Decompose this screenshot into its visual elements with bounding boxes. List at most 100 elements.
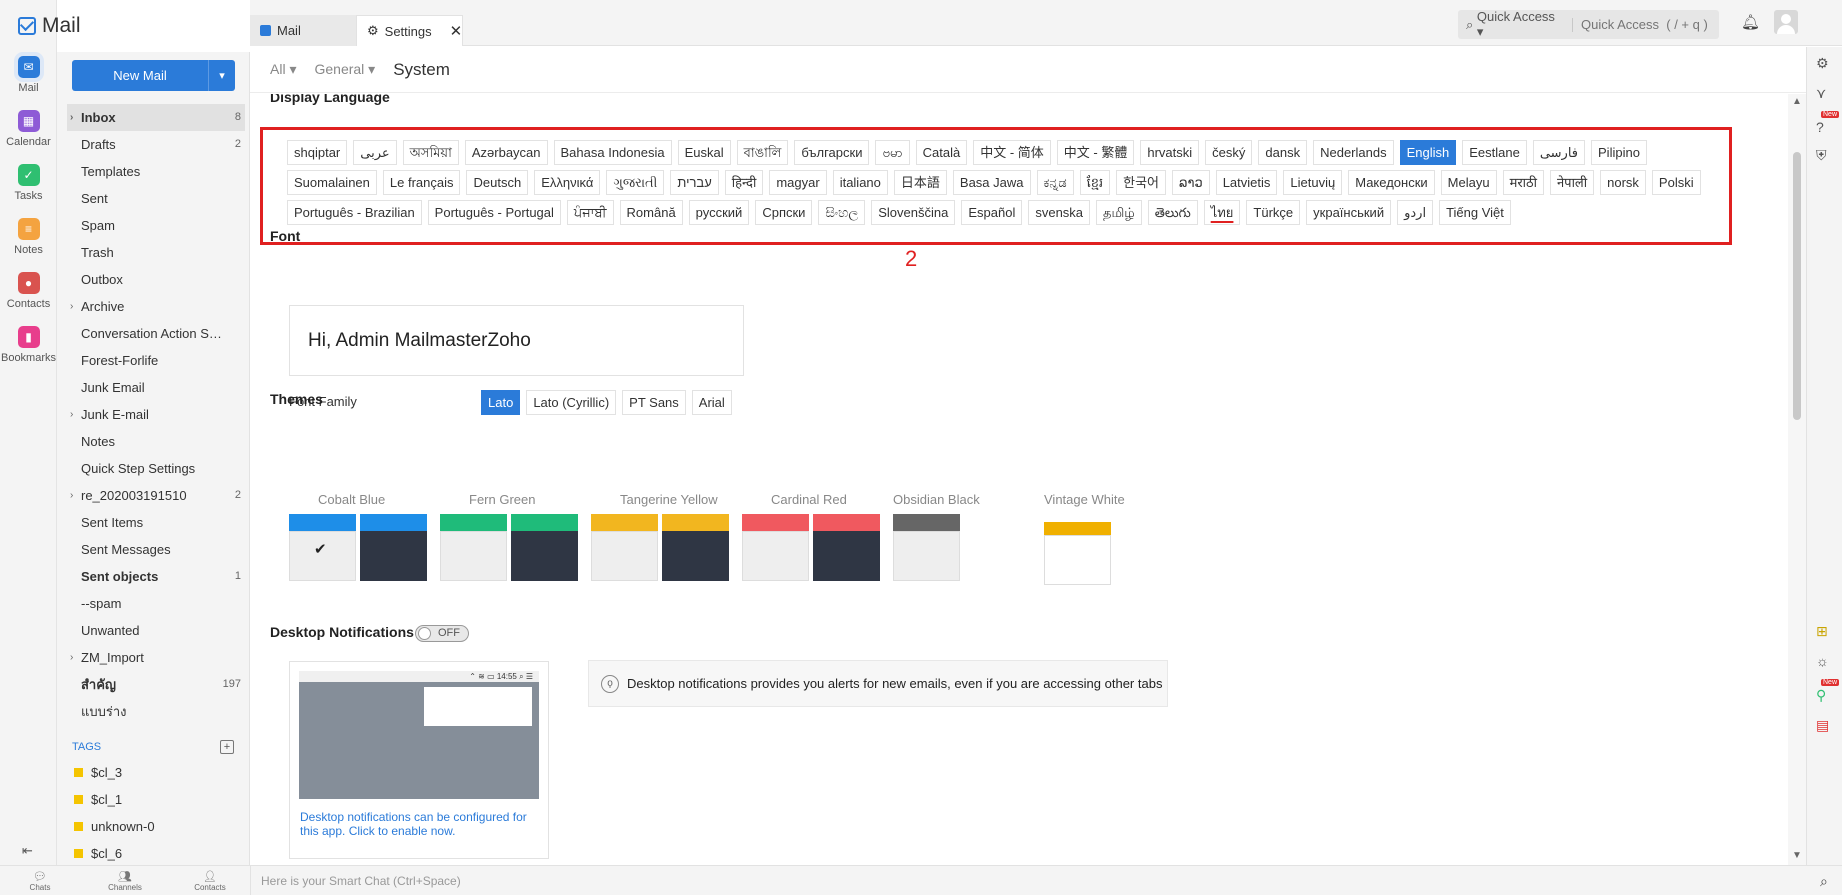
language-option[interactable]: Polski xyxy=(1651,170,1701,195)
content-scrollbar[interactable]: ▲ ▼ xyxy=(1788,94,1806,865)
language-option[interactable]: Српски xyxy=(755,200,813,225)
language-option[interactable]: Română xyxy=(619,200,683,225)
folder-item[interactable]: Spam xyxy=(67,212,245,239)
language-option[interactable]: فارسی xyxy=(1532,140,1586,165)
language-option[interactable]: తెలుగు xyxy=(1147,200,1198,225)
bottom-channels[interactable]: 👥︎ Channels xyxy=(95,870,155,892)
language-option[interactable]: 한국어 xyxy=(1116,170,1167,195)
language-option[interactable]: italiano xyxy=(832,170,888,195)
language-option[interactable]: தமிழ் xyxy=(1096,200,1142,225)
language-option[interactable]: සිංහල xyxy=(818,200,866,225)
rail-item-bookmarks[interactable]: ▮ Bookmarks xyxy=(0,326,57,364)
language-option[interactable]: Pilipino xyxy=(1591,140,1647,165)
chevron-right-icon[interactable]: › xyxy=(70,644,73,671)
folder-item[interactable]: Trash xyxy=(67,239,245,266)
chevron-right-icon[interactable]: › xyxy=(70,104,73,131)
language-option[interactable]: עברית xyxy=(670,170,719,195)
new-mail-button[interactable]: New Mail ▾ xyxy=(72,60,235,91)
language-option[interactable]: ខ្មែរ xyxy=(1079,170,1111,195)
font-family-option[interactable]: PT Sans xyxy=(622,390,686,415)
language-option[interactable]: عربى xyxy=(353,140,397,165)
language-option[interactable]: Македонски xyxy=(1348,170,1435,195)
language-option[interactable]: hrvatski xyxy=(1140,140,1200,165)
settings-gear-icon[interactable]: ⚙ xyxy=(1816,55,1829,72)
folder-item[interactable]: Unwanted xyxy=(67,617,245,644)
rail-item-contacts[interactable]: ● Contacts xyxy=(0,272,57,310)
folder-item[interactable]: Junk Email xyxy=(67,374,245,401)
language-option[interactable]: اردو xyxy=(1397,200,1434,225)
bottom-contacts[interactable]: 👤︎ Contacts xyxy=(180,870,240,892)
language-option[interactable]: Català xyxy=(915,140,968,165)
scroll-thumb[interactable] xyxy=(1793,152,1801,420)
rail-item-tasks[interactable]: ✓ Tasks xyxy=(0,164,57,202)
language-option[interactable]: 中文 - 繁體 xyxy=(1056,140,1135,165)
breadcrumb-all[interactable]: All ▾ xyxy=(270,61,296,78)
language-option[interactable]: Deutsch xyxy=(466,170,529,195)
language-option[interactable]: English xyxy=(1399,140,1457,165)
tag-item[interactable]: $cl_6 xyxy=(67,840,245,867)
language-option[interactable]: svenska xyxy=(1028,200,1091,225)
folder-item[interactable]: Forest-Forlife xyxy=(67,347,245,374)
help-icon[interactable]: ? xyxy=(1816,119,1824,135)
breadcrumb-general[interactable]: General ▾ xyxy=(314,61,375,78)
language-option[interactable]: Slovenščina xyxy=(871,200,956,225)
avatar[interactable] xyxy=(1774,10,1798,34)
folder-item[interactable]: Sent xyxy=(67,185,245,212)
font-family-option[interactable]: Arial xyxy=(691,390,732,415)
quick-access-input[interactable] xyxy=(1581,17,1711,32)
folder-item[interactable]: › Junk E-mail xyxy=(67,401,245,428)
tab-settings[interactable]: ⚙ Settings ✕ xyxy=(356,15,463,46)
folder-item[interactable]: Quick Step Settings xyxy=(67,455,245,482)
collapse-sidebar-icon[interactable]: ⇤ xyxy=(22,843,33,859)
language-option[interactable]: ဗမာ xyxy=(875,140,910,165)
desktop-notifications-toggle[interactable]: OFF xyxy=(415,625,469,642)
language-option[interactable]: ગુજરાતી xyxy=(606,170,665,195)
language-option[interactable]: Türkçe xyxy=(1246,200,1301,225)
enable-notifications-link[interactable]: Desktop notifications can be configured … xyxy=(300,810,540,838)
language-option[interactable]: український xyxy=(1306,200,1392,225)
quick-access-menu[interactable]: Quick Access ▾ xyxy=(1477,9,1564,40)
font-family-option[interactable]: Lato (Cyrillic) xyxy=(526,390,617,415)
folder-item[interactable]: Conversation Action Sett... xyxy=(67,320,245,347)
folder-item[interactable]: Sent Items xyxy=(67,509,245,536)
folder-item[interactable]: Outbox xyxy=(67,266,245,293)
language-option[interactable]: Português - Brazilian xyxy=(287,200,422,225)
folder-item[interactable]: Sent objects 1 xyxy=(67,563,245,590)
chevron-right-icon[interactable]: › xyxy=(70,401,73,428)
folder-item[interactable]: Drafts 2 xyxy=(67,131,245,158)
language-option[interactable]: ไทย xyxy=(1203,200,1241,225)
language-option[interactable]: Azərbaycan xyxy=(464,140,548,165)
bottom-chats[interactable]: 💬︎ Chats xyxy=(10,870,70,892)
language-option[interactable]: Euskal xyxy=(677,140,731,165)
tag-item[interactable]: $cl_3 xyxy=(67,759,245,786)
close-icon[interactable]: ✕ xyxy=(450,22,463,40)
folder-item[interactable]: สำคัญ 197 xyxy=(67,671,245,698)
language-option[interactable]: অসমিয়া xyxy=(402,140,459,165)
language-option[interactable]: Melayu xyxy=(1440,170,1497,195)
language-option[interactable]: magyar xyxy=(769,170,827,195)
bell-icon[interactable]: 🔔︎ xyxy=(1741,13,1760,31)
language-option[interactable]: dansk xyxy=(1258,140,1308,165)
scroll-down-icon[interactable]: ▼ xyxy=(1792,850,1802,861)
language-option[interactable]: Eestlane xyxy=(1462,140,1527,165)
folder-item[interactable]: --spam xyxy=(67,590,245,617)
tab-mail[interactable]: Mail xyxy=(250,15,356,46)
rail-item-mail[interactable]: ✉ Mail xyxy=(0,56,57,94)
language-option[interactable]: русский xyxy=(688,200,750,225)
chevron-right-icon[interactable]: › xyxy=(70,293,73,320)
language-option[interactable]: বাঙালি xyxy=(736,140,789,165)
language-option[interactable]: ລາວ xyxy=(1172,170,1210,195)
language-option[interactable]: český xyxy=(1205,140,1253,165)
folder-item[interactable]: › ZM_Import xyxy=(67,644,245,671)
add-tag-icon[interactable]: + xyxy=(220,740,234,754)
scroll-up-icon[interactable]: ▲ xyxy=(1792,96,1802,107)
rail-item-calendar[interactable]: ▦ Calendar xyxy=(0,110,57,148)
language-option[interactable]: नेपाली xyxy=(1549,170,1595,195)
language-option[interactable]: Español xyxy=(961,200,1023,225)
language-option[interactable]: shqiptar xyxy=(287,140,348,165)
language-option[interactable]: 日本語 xyxy=(893,170,947,195)
app-brand[interactable]: Mail xyxy=(18,14,81,38)
language-option[interactable]: Tiếng Việt xyxy=(1439,200,1511,225)
language-option[interactable]: ಕನ್ನಡ xyxy=(1036,170,1074,195)
feed-icon[interactable]: ⋎ xyxy=(1816,85,1826,102)
